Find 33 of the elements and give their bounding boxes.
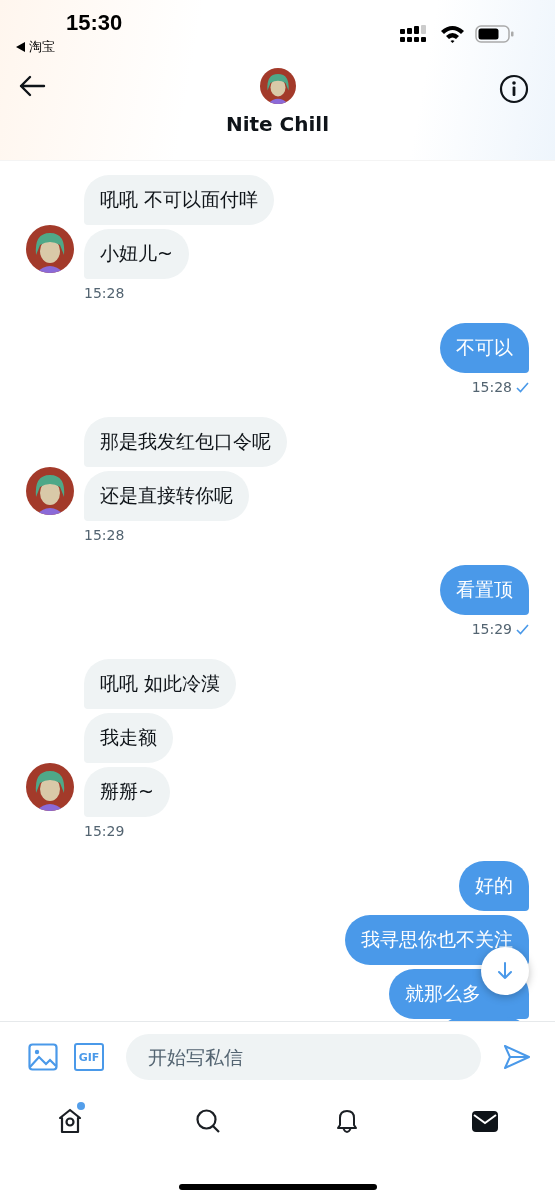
- contact-name: Nite Chill: [225, 112, 330, 136]
- message-bubble: 好的: [459, 861, 529, 911]
- home-icon: [56, 1107, 84, 1135]
- image-icon[interactable]: [28, 1043, 58, 1071]
- message-bubble: 我寻思你也不关注: [345, 915, 529, 965]
- message-time: 15:28: [84, 285, 125, 301]
- wifi-icon: [440, 25, 465, 43]
- message-bubble: 吼吼 如此冷漠: [84, 659, 237, 709]
- back-to-app-link[interactable]: 淘宝: [16, 38, 55, 56]
- message-bubble: 小妞儿~: [84, 229, 189, 279]
- message-bubble: 掰掰~: [84, 767, 170, 817]
- message-input[interactable]: 开始写私信: [126, 1034, 481, 1080]
- battery-icon: [475, 24, 515, 44]
- status-time: 15:30: [66, 10, 123, 36]
- message-bubble: 看置顶: [440, 565, 529, 615]
- message-bubble: 我走额: [84, 713, 173, 763]
- back-triangle-icon: [16, 42, 25, 52]
- info-icon[interactable]: [499, 74, 529, 104]
- message-time: 15:28: [471, 379, 512, 395]
- down-arrow-icon: [497, 962, 513, 980]
- message-bubble: 还是直接转你呢: [84, 471, 249, 521]
- avatar: [26, 225, 74, 273]
- avatar: [259, 68, 296, 104]
- message-bubble: 那是我发红包口令呢: [84, 417, 287, 467]
- message-time: 15:28: [84, 527, 125, 543]
- back-arrow-icon[interactable]: [18, 74, 46, 98]
- message-bubble: 不可以: [440, 323, 529, 373]
- avatar: [26, 467, 74, 515]
- send-icon[interactable]: [503, 1044, 531, 1070]
- message-time: 15:29: [84, 823, 125, 839]
- message-time: 15:29: [471, 621, 512, 637]
- avatar: [26, 763, 74, 811]
- message-bubble: 吼吼 不可以面付咩: [84, 175, 275, 225]
